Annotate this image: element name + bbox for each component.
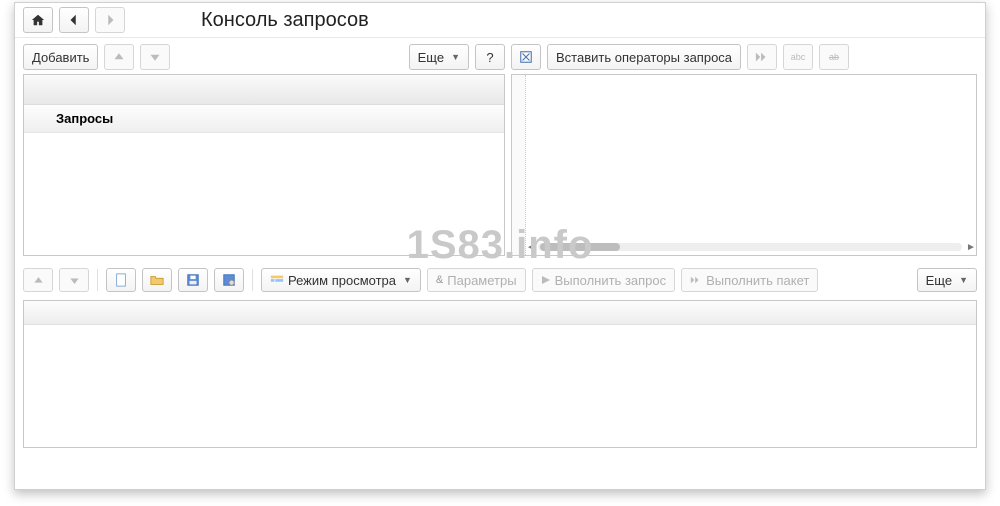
floppy-gear-icon [222,273,236,287]
file-blank-icon [114,273,128,287]
left-more-button[interactable]: Еще ▼ [409,44,469,70]
scroll-thumb[interactable] [540,243,620,251]
home-button[interactable] [23,7,53,33]
params-icon: & [436,274,443,286]
horizontal-scrollbar[interactable]: ◄ ► [526,241,974,253]
folder-open-icon [150,273,164,287]
parameters-button[interactable]: & Параметры [427,268,526,292]
bottom-toolbar: Режим просмотра ▼ & Параметры Выполнить … [15,264,985,296]
insert-operators-button[interactable]: Вставить операторы запроса [547,44,741,70]
chevron-down-icon: ▼ [403,275,412,285]
arrow-left-icon [67,13,81,27]
bottom-more-button[interactable]: Еще ▼ [917,268,977,292]
chevron-down-icon: ▼ [959,275,968,285]
new-file-button[interactable] [106,268,136,292]
run-packet-button[interactable]: Выполнить пакет [681,268,818,292]
text-wrap-button[interactable]: abc [783,44,813,70]
back-button[interactable] [59,7,89,33]
view-mode-icon [270,274,284,286]
move-down-button[interactable] [140,44,170,70]
play-icon [541,275,551,285]
upper-toolbars-row: Добавить Еще ▼ ? Вставить операторы запр… [15,38,985,74]
step-forward-icon [690,275,702,285]
scroll-left-icon[interactable]: ◄ [526,242,534,253]
open-file-button[interactable] [142,268,172,292]
page-title: Консоль запросов [201,9,369,32]
query-text-pane[interactable]: ◄ ► [511,74,977,256]
more-label: Еще [926,273,952,288]
result-header [24,301,976,325]
save-button[interactable] [178,268,208,292]
wand-icon [519,50,533,64]
run-packet-label: Выполнить пакет [706,273,809,288]
arrow-right-icon [103,13,117,27]
scroll-track[interactable] [538,243,962,251]
step-forward-icon [755,51,769,63]
queries-tree-header [24,75,504,105]
top-nav-bar: Консоль запросов [15,3,985,38]
queries-tree-root[interactable]: Запросы [24,105,504,133]
result-pane [23,300,977,448]
text-wrap-off-button[interactable]: ab [819,44,849,70]
run-query-button[interactable]: Выполнить запрос [532,268,676,292]
next-result-button[interactable] [747,44,777,70]
query-constructor-button[interactable] [511,44,541,70]
query-text-ruler [512,75,526,255]
arrow-up-icon [113,51,125,63]
text-wrap-icon: abc [791,52,806,62]
text-wrap-off-icon: ab [829,52,839,62]
more-label: Еще [418,50,444,65]
arrow-down-icon [69,275,80,286]
move-up-button[interactable] [104,44,134,70]
help-button[interactable]: ? [475,44,505,70]
bt-move-down[interactable] [59,268,89,292]
queries-tree-pane: Запросы [23,74,505,256]
view-mode-button[interactable]: Режим просмотра ▼ [261,268,421,292]
scroll-right-icon[interactable]: ► [966,242,974,253]
left-upper-toolbar: Добавить Еще ▼ ? [23,44,505,70]
arrow-down-icon [149,51,161,63]
params-label: Параметры [447,273,516,288]
floppy-icon [186,273,200,287]
main-panes: Запросы ◄ ► [15,74,985,264]
chevron-down-icon: ▼ [451,52,460,62]
add-button[interactable]: Добавить [23,44,98,70]
arrow-up-icon [33,275,44,286]
run-query-label: Выполнить запрос [555,273,667,288]
home-icon [31,13,45,27]
forward-button[interactable] [95,7,125,33]
bt-move-up[interactable] [23,268,53,292]
app-window: Консоль запросов Добавить Еще ▼ ? Встави… [14,2,986,490]
right-upper-toolbar: Вставить операторы запроса abc ab [511,44,977,70]
view-mode-label: Режим просмотра [288,273,396,288]
save-settings-button[interactable] [214,268,244,292]
